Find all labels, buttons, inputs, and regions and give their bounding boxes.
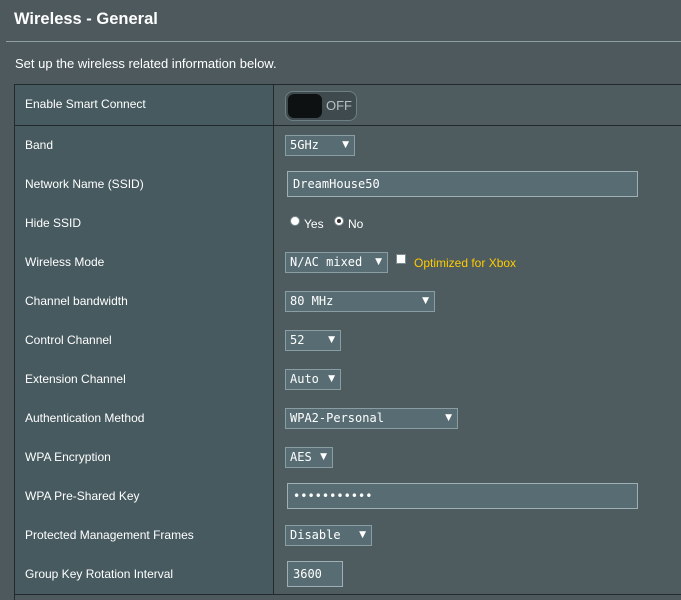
row-channel-bandwidth: Channel bandwidth 80 MHz ▼ [15, 282, 681, 322]
group-key-label: Group Key Rotation Interval [25, 567, 174, 581]
wpa-encryption-label: WPA Encryption [25, 450, 111, 464]
row-auth-method: Authentication Method WPA2-Personal ▼ [15, 399, 681, 439]
control-channel-label: Control Channel [25, 333, 112, 347]
auth-method-select[interactable]: WPA2-Personal ▼ [285, 408, 458, 429]
ssid-input[interactable]: DreamHouse50 [287, 171, 638, 197]
row-band: Band 5GHz ▼ [15, 126, 681, 166]
page-title: Wireless - General [14, 10, 158, 28]
row-extension-channel: Extension Channel Auto ▼ [15, 360, 681, 400]
toggle-state-text: OFF [326, 98, 352, 113]
toggle-knob [288, 94, 322, 118]
page-description: Set up the wireless related information … [15, 56, 277, 71]
settings-table: Enable Smart Connect OFF Band 5GHz ▼ Net… [14, 84, 681, 600]
row-pmf: Protected Management Frames Disable ▼ [15, 516, 681, 556]
row-control-channel: Control Channel 52 ▼ [15, 321, 681, 361]
chevron-down-icon: ▼ [328, 374, 335, 384]
pmf-label: Protected Management Frames [25, 528, 194, 542]
xbox-optimized-label: Optimized for Xbox [414, 256, 517, 270]
extension-channel-label: Extension Channel [25, 372, 126, 386]
auth-method-label: Authentication Method [25, 411, 145, 425]
chevron-down-icon: ▼ [359, 530, 366, 540]
hide-ssid-no-radio[interactable] [334, 216, 344, 226]
row-ssid: Network Name (SSID) DreamHouse50 [15, 165, 681, 205]
control-channel-select[interactable]: 52 ▼ [285, 330, 341, 351]
ssid-label: Network Name (SSID) [25, 177, 144, 191]
hide-ssid-yes-label: Yes [304, 217, 324, 231]
chevron-down-icon: ▼ [375, 257, 382, 267]
row-wpa-encryption: WPA Encryption AES ▼ [15, 438, 681, 478]
smart-connect-toggle[interactable]: OFF [285, 91, 357, 121]
band-select[interactable]: 5GHz ▼ [285, 135, 355, 156]
wpa-key-input[interactable]: ••••••••••• [287, 483, 638, 509]
wireless-mode-label: Wireless Mode [25, 255, 105, 269]
chevron-down-icon: ▼ [320, 452, 327, 462]
row-smart-connect: Enable Smart Connect OFF [15, 85, 681, 126]
pmf-select[interactable]: Disable ▼ [285, 525, 372, 546]
channel-bandwidth-label: Channel bandwidth [25, 294, 128, 308]
row-hide-ssid: Hide SSID Yes No [15, 204, 681, 244]
row-group-key: Group Key Rotation Interval 3600 [15, 555, 681, 595]
hide-ssid-no-label: No [348, 217, 364, 231]
chevron-down-icon: ▼ [445, 413, 452, 423]
wpa-key-label: WPA Pre-Shared Key [25, 489, 140, 503]
xbox-optimized-checkbox[interactable] [396, 254, 406, 264]
wireless-mode-select[interactable]: N/AC mixed ▼ [285, 252, 388, 273]
row-wpa-key: WPA Pre-Shared Key ••••••••••• [15, 477, 681, 517]
smart-connect-label: Enable Smart Connect [25, 97, 146, 111]
extension-channel-select[interactable]: Auto ▼ [285, 369, 341, 390]
hide-ssid-yes-radio[interactable] [290, 216, 300, 226]
row-wireless-mode: Wireless Mode N/AC mixed ▼ Optimized for… [15, 243, 681, 283]
chevron-down-icon: ▼ [342, 140, 349, 150]
hide-ssid-label: Hide SSID [25, 216, 82, 230]
group-key-input[interactable]: 3600 [287, 561, 343, 587]
chevron-down-icon: ▼ [422, 296, 429, 306]
channel-bandwidth-select[interactable]: 80 MHz ▼ [285, 291, 435, 312]
band-label: Band [25, 138, 54, 152]
chevron-down-icon: ▼ [328, 335, 335, 345]
title-divider [6, 41, 681, 42]
wpa-encryption-select[interactable]: AES ▼ [285, 447, 333, 468]
